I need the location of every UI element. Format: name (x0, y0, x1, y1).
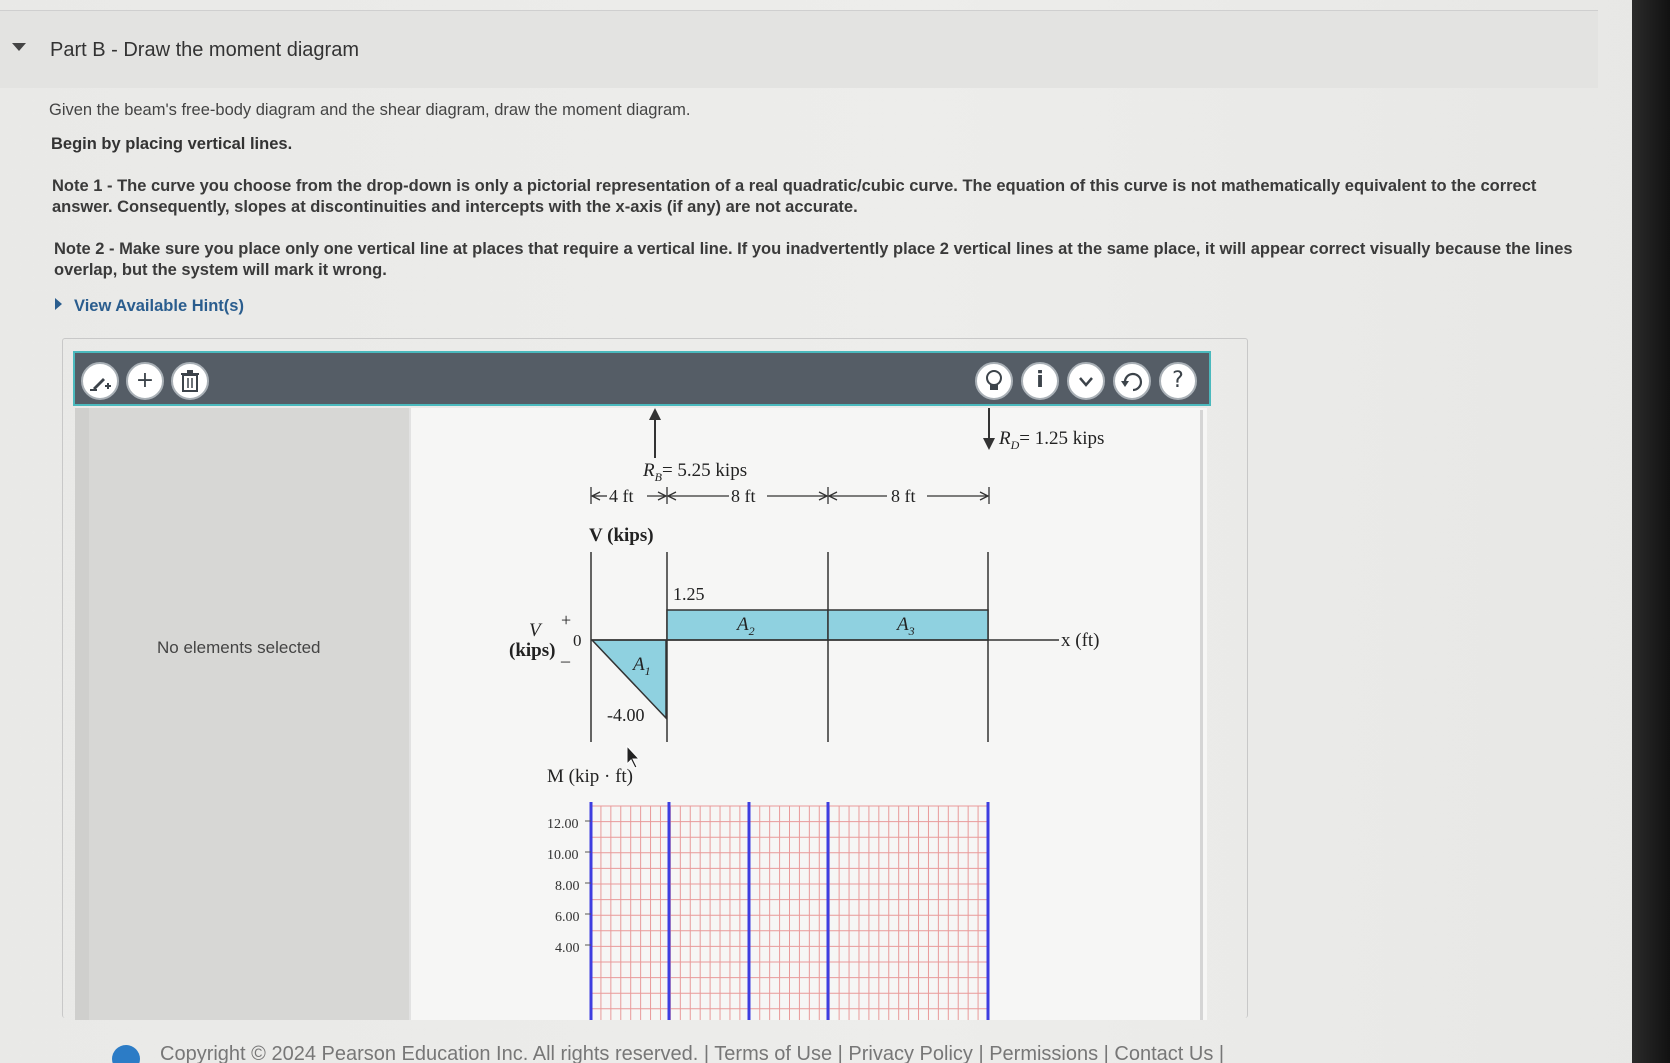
mouse-cursor-icon (626, 744, 641, 769)
selection-status: No elements selected (157, 638, 321, 657)
hint-button[interactable] (975, 362, 1013, 400)
intro-text: Given the beam's free-body diagram and t… (49, 101, 691, 119)
dropdown-button[interactable] (1067, 362, 1105, 400)
span-2-label: 8 ft (731, 486, 756, 506)
beam-diagrams: RB= 5.25 kips RD= 1.25 kips 4 ft 8 ft 8 … (509, 408, 1104, 1020)
info-icon: i (1036, 368, 1044, 393)
pencil-plus-icon (90, 378, 111, 391)
view-hints-link[interactable]: View Available Hint(s) (55, 297, 244, 316)
draw-tool-button[interactable] (81, 362, 119, 400)
svg-text:4.00: 4.00 (555, 941, 580, 956)
moment-grid[interactable] (585, 802, 990, 1020)
note-2: Note 2 - Make sure you place only one ve… (54, 240, 1573, 279)
delete-button[interactable] (171, 362, 209, 400)
plus-icon: + (135, 368, 155, 393)
expand-caret-icon (55, 298, 62, 310)
moment-title: M (kip · ft) (547, 766, 633, 787)
note-1: Note 1 - The curve you choose from the d… (52, 177, 1537, 216)
reset-button[interactable] (1113, 362, 1151, 400)
svg-text:12.00: 12.00 (547, 817, 579, 832)
add-button[interactable]: + (126, 362, 164, 400)
hints-label: View Available Hint(s) (74, 297, 244, 315)
rb-label: RB= 5.25 kips (642, 460, 747, 484)
chevron-down-icon (1079, 377, 1093, 387)
footer-copyright: Copyright © 2024 Pearson Education Inc. … (160, 1043, 1225, 1063)
help-icon: ? (1172, 368, 1184, 393)
moment-y-ticks: 12.00 10.00 8.00 6.00 4.00 (547, 817, 580, 956)
shear-value-pos: 1.25 (673, 584, 705, 604)
shear-plus: + (561, 610, 571, 630)
span-1-label: 4 ft (609, 486, 634, 506)
frame-divider (1200, 410, 1203, 1020)
part-title: Part B - Draw the moment diagram (50, 39, 359, 61)
pearson-logo-icon (112, 1045, 140, 1063)
reset-icon (1121, 372, 1142, 392)
properties-panel (75, 408, 415, 1020)
dimension-line (590, 487, 990, 504)
rb-reaction-arrow (649, 408, 661, 458)
shear-zero: 0 (573, 631, 582, 650)
svg-text:8.00: 8.00 (555, 879, 580, 894)
shear-axis-v: V (529, 620, 543, 641)
trash-icon (181, 370, 199, 392)
screen-edge (1632, 0, 1670, 1063)
part-header[interactable]: Part B - Draw the moment diagram (0, 10, 1598, 88)
svg-text:10.00: 10.00 (547, 848, 579, 863)
svg-text:6.00: 6.00 (555, 910, 580, 925)
drawing-canvas[interactable]: RB= 5.25 kips RD= 1.25 kips 4 ft 8 ft 8 … (409, 408, 1207, 1020)
info-button[interactable]: i (1021, 362, 1059, 400)
lightbulb-icon (986, 370, 1002, 390)
rd-reaction-arrow (983, 408, 995, 450)
shear-value-neg: -4.00 (607, 705, 645, 725)
drawing-toolbar: + i ? (73, 351, 1211, 406)
shear-axis-units: (kips) (509, 640, 555, 661)
shear-title: V (kips) (589, 525, 654, 546)
shear-minus: _ (560, 644, 571, 664)
help-button[interactable]: ? (1159, 362, 1197, 400)
shear-x-label: x (ft) (1061, 630, 1100, 651)
begin-text: Begin by placing vertical lines. (51, 135, 293, 153)
span-3-label: 8 ft (891, 486, 916, 506)
rd-label: RD= 1.25 kips (998, 428, 1104, 452)
collapse-caret-icon[interactable] (12, 43, 26, 51)
